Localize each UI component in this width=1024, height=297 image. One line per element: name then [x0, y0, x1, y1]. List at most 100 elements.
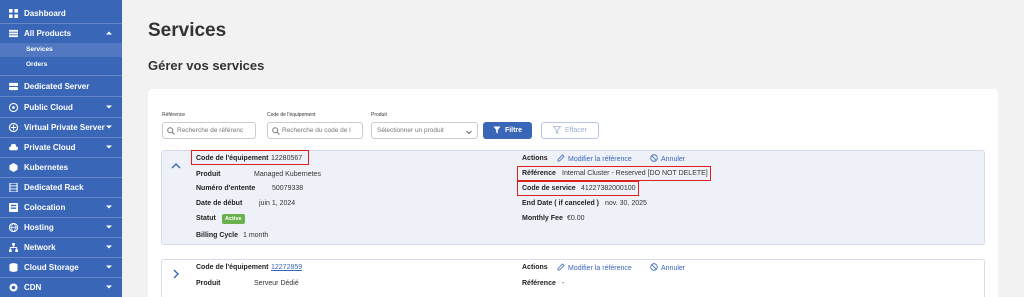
reference-value: -	[562, 280, 565, 287]
dashboard-icon	[8, 8, 18, 18]
cancel-link[interactable]: Annuler	[650, 154, 685, 164]
sidebar-item-label: Virtual Private Server	[24, 122, 105, 132]
services-panel: Référence Recherche de référenc Code de …	[148, 89, 998, 297]
reference-filter-label: Référence	[162, 112, 186, 118]
chevron-down-icon	[106, 224, 112, 230]
actions-label: Actions	[522, 155, 548, 162]
status-label: Statut	[196, 215, 216, 222]
product-value: Managed Kubernetes	[254, 171, 321, 178]
kubernetes-icon	[8, 162, 18, 172]
entente-label: Numéro d'entente	[196, 185, 256, 192]
chevron-down-icon	[106, 264, 112, 270]
product-filter-label: Produit	[371, 112, 387, 118]
product-select-placeholder: Sélectionner un produit	[377, 127, 444, 134]
cancel-label: Annuler	[661, 155, 686, 163]
reference-search-placeholder: Recherche de référenc	[177, 127, 244, 134]
reference-label: Référence	[522, 280, 556, 287]
colocation-icon	[8, 202, 18, 212]
modify-reference-link[interactable]: Modifier la référence	[557, 154, 632, 164]
clear-button[interactable]: Effacer	[541, 122, 599, 139]
start-date-value: juin 1, 2024	[259, 200, 296, 207]
status-badge: Active	[222, 214, 245, 224]
billing-cycle-value: 1 month	[243, 232, 269, 239]
sidebar-item-label: Dashboard	[24, 8, 66, 18]
sidebar-item-label: Hosting	[24, 222, 54, 232]
reference-search-input[interactable]: Recherche de référenc	[162, 122, 256, 139]
sidebar-item-dedicated-server[interactable]: Dedicated Server	[0, 76, 122, 96]
page-subtitle: Gérer vos services	[148, 58, 265, 73]
equipment-filter-label: Code de l'équipement	[267, 112, 316, 118]
server-icon	[8, 81, 18, 91]
sidebar-item-cloud-storage[interactable]: Cloud Storage	[0, 257, 122, 277]
sidebar-item-label: Private Cloud	[24, 142, 76, 152]
private-cloud-icon	[8, 142, 18, 152]
sidebar-item-all-products[interactable]: All Products	[0, 23, 122, 43]
product-label: Produit	[196, 280, 221, 287]
product-value: Serveur Dédié	[254, 280, 299, 287]
main-content: Services Gérer vos services Référence Re…	[122, 0, 1024, 297]
sidebar-item-dedicated-rack[interactable]: Dedicated Rack	[0, 177, 122, 197]
sidebar-item-label: Network	[24, 242, 56, 252]
start-date-label: Date de début	[196, 200, 243, 207]
end-date-value: nov. 30, 2025	[605, 200, 647, 207]
sidebar-item-label: Colocation	[24, 202, 66, 212]
filter-button[interactable]: Filtre	[483, 122, 532, 139]
sidebar-item-label: All Products	[24, 28, 72, 38]
chevron-down-icon	[106, 124, 112, 130]
network-icon	[8, 242, 18, 252]
products-icon	[8, 28, 18, 38]
chevron-right-icon[interactable]	[171, 269, 181, 279]
sidebar-subitem-orders[interactable]: Orders	[26, 61, 47, 68]
sidebar-item-kubernetes[interactable]: Kubernetes	[0, 157, 122, 177]
chevron-down-icon	[106, 204, 112, 210]
equipment-code-label: Code de l'équipement	[196, 264, 269, 271]
cancel-icon	[650, 154, 658, 164]
chevron-down-icon	[106, 284, 112, 290]
product-select[interactable]: Sélectionner un produit	[371, 122, 478, 139]
sidebar: Dashboard All Products Services Orders D…	[0, 0, 122, 297]
modify-reference-label: Modifier la référence	[568, 264, 632, 272]
search-icon	[167, 127, 175, 135]
chevron-down-icon	[466, 129, 472, 135]
filter-button-label: Filtre	[504, 127, 523, 134]
sidebar-item-label: Dedicated Server	[24, 81, 90, 91]
chevron-down-icon	[106, 104, 112, 110]
sidebar-item-cdn[interactable]: CDN	[0, 277, 122, 297]
actions-label: Actions	[522, 264, 548, 271]
billing-cycle-label: Billing Cycle	[196, 232, 239, 239]
modify-reference-label: Modifier la référence	[568, 155, 632, 163]
equipment-code-link[interactable]: 12272859	[271, 264, 302, 271]
cancel-icon	[650, 263, 658, 273]
hosting-icon	[8, 222, 18, 232]
chevron-up-icon[interactable]	[171, 161, 181, 171]
rack-icon	[8, 182, 18, 192]
equipment-search-placeholder: Recherche du code de l	[282, 127, 351, 134]
chevron-up-icon	[106, 30, 112, 36]
cloud-icon	[8, 102, 18, 112]
equipment-search-input[interactable]: Recherche du code de l	[267, 122, 363, 139]
filter-icon	[493, 126, 501, 136]
sidebar-item-vps[interactable]: Virtual Private Server	[0, 117, 122, 137]
sidebar-subitem-services[interactable]: Services	[0, 43, 122, 57]
sidebar-item-hosting[interactable]: Hosting	[0, 217, 122, 237]
sidebar-item-colocation[interactable]: Colocation	[0, 197, 122, 217]
sidebar-item-network[interactable]: Network	[0, 237, 122, 257]
reference-label: Référence	[522, 170, 556, 177]
cdn-icon	[8, 282, 18, 292]
sidebar-item-private-cloud[interactable]: Private Cloud	[0, 137, 122, 157]
sidebar-item-public-cloud[interactable]: Public Cloud	[0, 97, 122, 117]
pencil-icon	[557, 154, 565, 164]
equipment-code-value: 12280567	[271, 155, 303, 162]
product-label: Produit	[196, 171, 221, 178]
vps-icon	[8, 122, 18, 132]
sidebar-item-dashboard[interactable]: Dashboard	[0, 3, 122, 23]
modify-reference-link[interactable]: Modifier la référence	[557, 263, 632, 273]
cancel-link[interactable]: Annuler	[650, 263, 685, 273]
sidebar-item-label: Cloud Storage	[24, 262, 79, 272]
sidebar-item-label: Public Cloud	[24, 102, 73, 112]
chevron-down-icon	[106, 244, 112, 250]
page-title: Services	[148, 20, 227, 41]
search-icon	[272, 127, 280, 135]
reference-value: Internal Cluster - Reserved [DO NOT DELE…	[562, 170, 708, 177]
chevron-down-icon	[106, 144, 112, 150]
